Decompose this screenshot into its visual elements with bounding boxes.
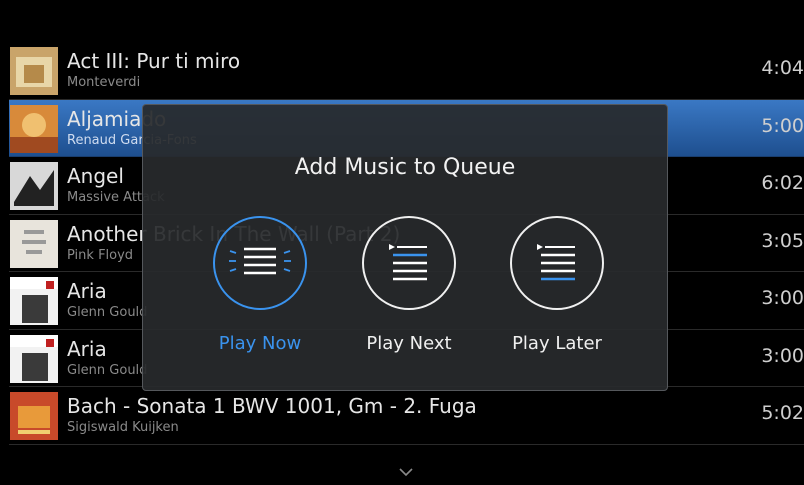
track-row[interactable]: Act III: Pur ti miro Monteverdi 4:04 bbox=[9, 42, 804, 100]
track-duration: 5:02 bbox=[761, 402, 804, 424]
album-art bbox=[10, 334, 58, 383]
track-artist: Glenn Gould bbox=[67, 362, 148, 378]
track-row[interactable]: Bach - Sonata 1 BWV 1001, Gm - 2. Fuga S… bbox=[9, 387, 804, 445]
track-artist: Pink Floyd bbox=[67, 247, 134, 263]
add-to-queue-dialog: Add Music to Queue Play Now Play Next Pl… bbox=[142, 104, 668, 391]
play-next-label: Play Next bbox=[366, 333, 452, 354]
play-now-label: Play Now bbox=[218, 333, 302, 354]
track-duration: 5:00 bbox=[761, 114, 804, 137]
track-artist: Glenn Gould bbox=[67, 305, 148, 320]
track-title: Bach - Sonata 1 BWV 1001, Gm - 2. Fuga bbox=[67, 394, 477, 418]
track-title: Act III: Pur ti miro bbox=[67, 49, 241, 73]
play-now-button[interactable]: Play Now bbox=[195, 215, 325, 354]
track-title: Aria bbox=[67, 336, 107, 361]
album-art bbox=[10, 104, 58, 153]
track-artist: Monteverdi bbox=[67, 75, 141, 90]
track-title: Angel bbox=[67, 164, 124, 188]
chevron-down-icon[interactable] bbox=[398, 466, 414, 478]
track-duration: 4:04 bbox=[761, 57, 804, 79]
album-art bbox=[10, 162, 58, 210]
album-art bbox=[10, 219, 58, 268]
track-duration: 3:05 bbox=[761, 229, 804, 252]
album-art bbox=[10, 47, 58, 95]
track-title: Aria bbox=[67, 279, 107, 303]
play-next-icon bbox=[362, 216, 456, 310]
track-duration: 3:00 bbox=[761, 344, 804, 367]
track-duration: 3:00 bbox=[761, 287, 804, 309]
play-later-label: Play Later bbox=[512, 333, 602, 354]
dialog-title: Add Music to Queue bbox=[294, 155, 516, 180]
album-art bbox=[10, 392, 58, 440]
play-later-icon bbox=[510, 216, 604, 310]
track-artist: Sigiswald Kuijken bbox=[67, 420, 179, 435]
play-later-button[interactable]: Play Later bbox=[492, 215, 622, 354]
track-duration: 6:02 bbox=[761, 172, 804, 194]
play-next-button[interactable]: Play Next bbox=[344, 215, 474, 354]
album-art bbox=[10, 277, 58, 325]
play-now-icon bbox=[213, 216, 307, 310]
